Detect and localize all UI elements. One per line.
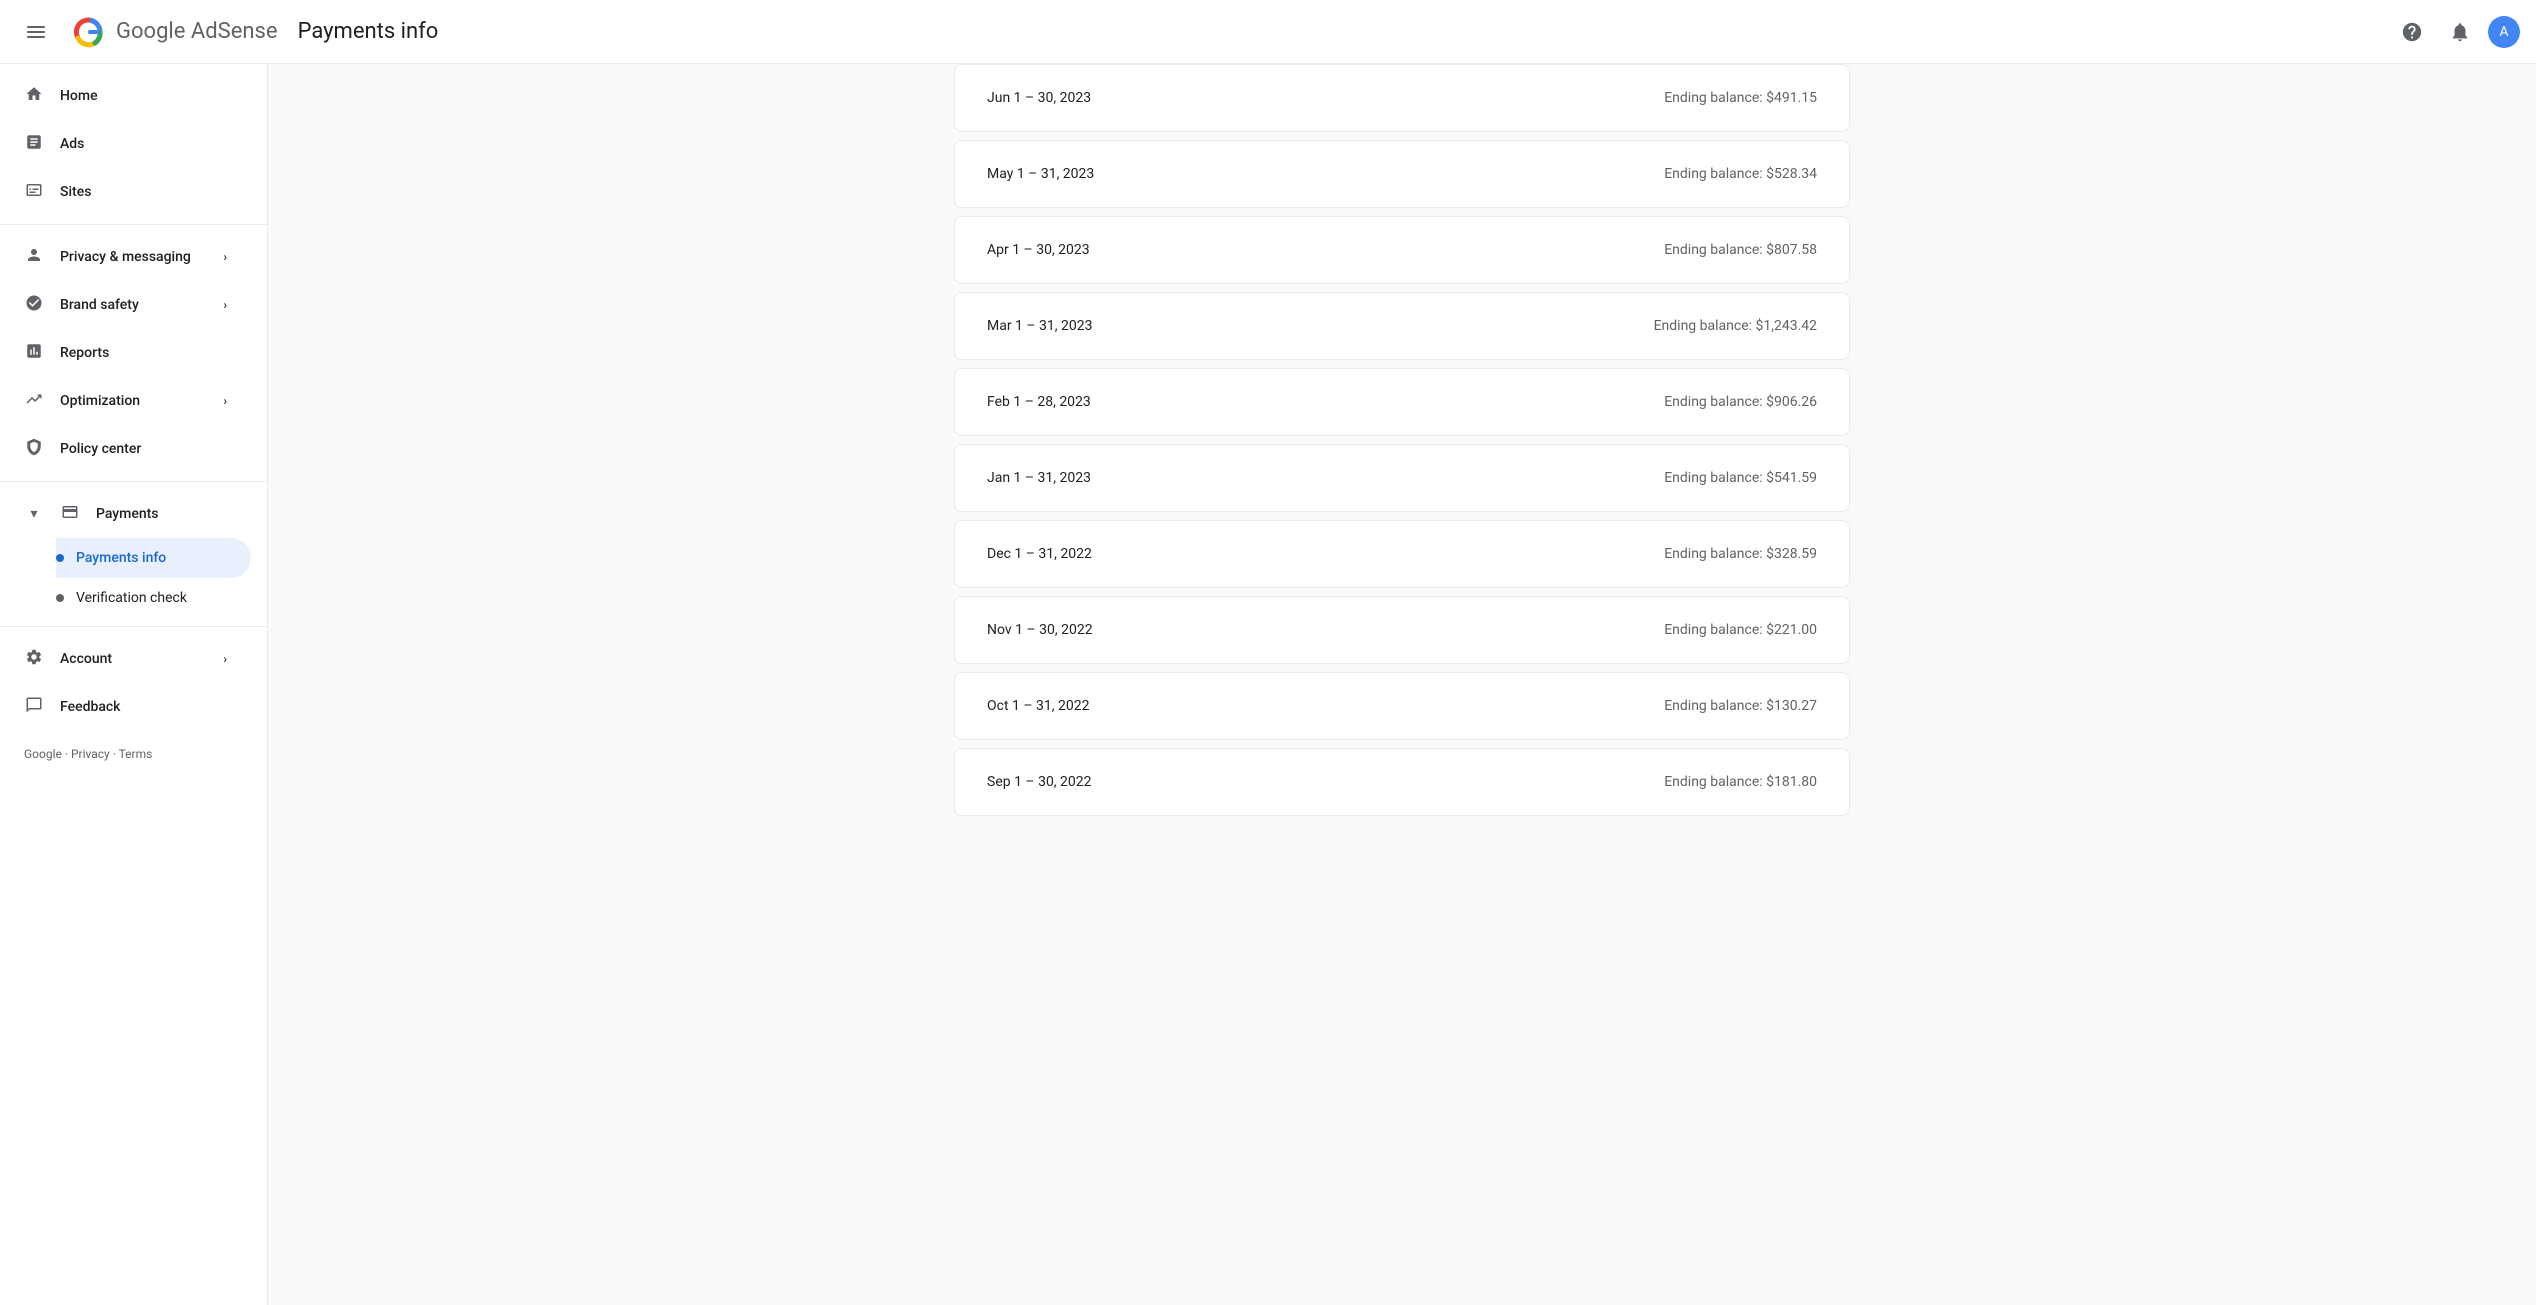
payment-row[interactable]: Sep 1 – 30, 2022 Ending balance: $181.80 (954, 748, 1850, 816)
policy-icon (24, 438, 44, 461)
notifications-button[interactable] (2440, 12, 2480, 52)
privacy-icon (24, 246, 44, 269)
sidebar-divider-3 (0, 626, 267, 627)
sidebar-item-home[interactable]: Home (0, 72, 251, 120)
payment-balance: Ending balance: $181.80 (1664, 774, 1817, 790)
sidebar-item-feedback[interactable]: Feedback (0, 683, 251, 731)
sidebar-item-sites[interactable]: Sites (0, 168, 251, 216)
payment-row[interactable]: Feb 1 – 28, 2023 Ending balance: $906.26 (954, 368, 1850, 436)
sidebar-item-privacy-messaging[interactable]: Privacy & messaging › (0, 233, 251, 281)
payment-date: Sep 1 – 30, 2022 (987, 774, 1092, 790)
sidebar-item-ads[interactable]: Ads (0, 120, 251, 168)
payment-balance: Ending balance: $221.00 (1664, 622, 1817, 638)
payment-date: Oct 1 – 31, 2022 (987, 698, 1089, 714)
payment-balance: Ending balance: $1,243.42 (1654, 318, 1817, 334)
payment-date: Mar 1 – 31, 2023 (987, 318, 1093, 334)
payment-row[interactable]: Apr 1 – 30, 2023 Ending balance: $807.58 (954, 216, 1850, 284)
page-title: Payments info (278, 19, 2392, 44)
payment-date: Jun 1 – 30, 2023 (987, 90, 1091, 106)
sites-icon (24, 181, 44, 204)
payment-balance: Ending balance: $906.26 (1664, 394, 1817, 410)
payment-date: Feb 1 – 28, 2023 (987, 394, 1091, 410)
payment-balance: Ending balance: $807.58 (1664, 242, 1817, 258)
sidebar: Home Ads Sites Privacy & messaging › (0, 64, 268, 1305)
help-button[interactable] (2392, 12, 2432, 52)
sidebar-label-ads: Ads (60, 136, 84, 152)
sidebar-item-brand-safety[interactable]: Brand safety › (0, 281, 251, 329)
payment-row[interactable]: May 1 – 31, 2023 Ending balance: $528.34 (954, 140, 1850, 208)
body-wrap: Home Ads Sites Privacy & messaging › (0, 64, 2536, 1305)
payments-list: Jun 1 – 30, 2023 Ending balance: $491.15 M… (922, 64, 1882, 856)
payment-row[interactable]: Jan 1 – 31, 2023 Ending balance: $541.59 (954, 444, 1850, 512)
home-icon (24, 85, 44, 108)
payments-icon (60, 503, 80, 526)
optimization-icon (24, 390, 44, 413)
sidebar-label-feedback: Feedback (60, 699, 120, 715)
chevron-brand-safety: › (223, 298, 227, 312)
sidebar-label-sites: Sites (60, 184, 91, 200)
sidebar-label-privacy: Privacy & messaging (60, 249, 191, 265)
payment-row[interactable]: Oct 1 – 31, 2022 Ending balance: $130.27 (954, 672, 1850, 740)
logo-text: Google AdSense (116, 19, 278, 44)
payment-balance: Ending balance: $491.15 (1664, 90, 1817, 106)
dot-verification-check (56, 594, 64, 602)
reports-icon (24, 342, 44, 365)
sidebar-item-optimization[interactable]: Optimization › (0, 377, 251, 425)
payment-date: Dec 1 – 31, 2022 (987, 546, 1092, 562)
topbar: Google AdSense Payments info A (0, 0, 2536, 64)
sidebar-label-reports: Reports (60, 345, 109, 361)
sidebar-divider-2 (0, 481, 267, 482)
sidebar-item-reports[interactable]: Reports (0, 329, 251, 377)
sidebar-item-policy-center[interactable]: Policy center (0, 425, 251, 473)
payment-date: May 1 – 31, 2023 (987, 166, 1094, 182)
payments-expand-icon: ▾ (24, 506, 44, 522)
chevron-optimization: › (223, 394, 227, 408)
sidebar-divider-1 (0, 224, 267, 225)
payment-date: Jan 1 – 31, 2023 (987, 470, 1091, 486)
chevron-account: › (223, 652, 227, 666)
payment-row[interactable]: Jun 1 – 30, 2023 Ending balance: $491.15 (954, 64, 1850, 132)
active-dot-payments-info (56, 554, 64, 562)
sidebar-item-payments-info[interactable]: Payments info (56, 538, 251, 578)
payment-balance: Ending balance: $328.59 (1664, 546, 1817, 562)
sidebar-item-verification-check[interactable]: Verification check (56, 578, 251, 618)
sidebar-label-brand-safety: Brand safety (60, 297, 139, 313)
sidebar-label-account: Account (60, 651, 112, 667)
topbar-left: Google AdSense (16, 12, 278, 52)
account-icon (24, 648, 44, 671)
feedback-icon (24, 696, 44, 719)
user-avatar[interactable]: A (2488, 16, 2520, 48)
payment-balance: Ending balance: $541.59 (1664, 470, 1817, 486)
payment-date: Nov 1 – 30, 2022 (987, 622, 1093, 638)
sidebar-item-account[interactable]: Account › (0, 635, 251, 683)
sidebar-label-optimization: Optimization (60, 393, 140, 409)
logo: Google AdSense (68, 12, 278, 52)
sidebar-item-payments[interactable]: ▾ Payments (0, 490, 251, 538)
menu-button[interactable] (16, 12, 56, 52)
brand-safety-icon (24, 294, 44, 317)
topbar-actions: A (2392, 12, 2520, 52)
sidebar-label-payments: Payments (96, 506, 159, 522)
chevron-privacy: › (223, 250, 227, 264)
main-content: Jun 1 – 30, 2023 Ending balance: $491.15 M… (268, 64, 2536, 1305)
payment-balance: Ending balance: $528.34 (1664, 166, 1817, 182)
payment-row[interactable]: Nov 1 – 30, 2022 Ending balance: $221.00 (954, 596, 1850, 664)
sidebar-label-policy: Policy center (60, 441, 141, 457)
payments-sub-menu: Payments info Verification check (0, 538, 267, 618)
sidebar-label-verification-check: Verification check (76, 590, 187, 606)
sidebar-label-home: Home (60, 88, 98, 104)
payment-balance: Ending balance: $130.27 (1664, 698, 1817, 714)
ads-icon (24, 133, 44, 156)
payment-date: Apr 1 – 30, 2023 (987, 242, 1090, 258)
payment-row[interactable]: Mar 1 – 31, 2023 Ending balance: $1,243.4… (954, 292, 1850, 360)
payment-row[interactable]: Dec 1 – 31, 2022 Ending balance: $328.59 (954, 520, 1850, 588)
sidebar-label-payments-info: Payments info (76, 550, 166, 566)
sidebar-footer: Google · Privacy · Terms (0, 731, 267, 777)
